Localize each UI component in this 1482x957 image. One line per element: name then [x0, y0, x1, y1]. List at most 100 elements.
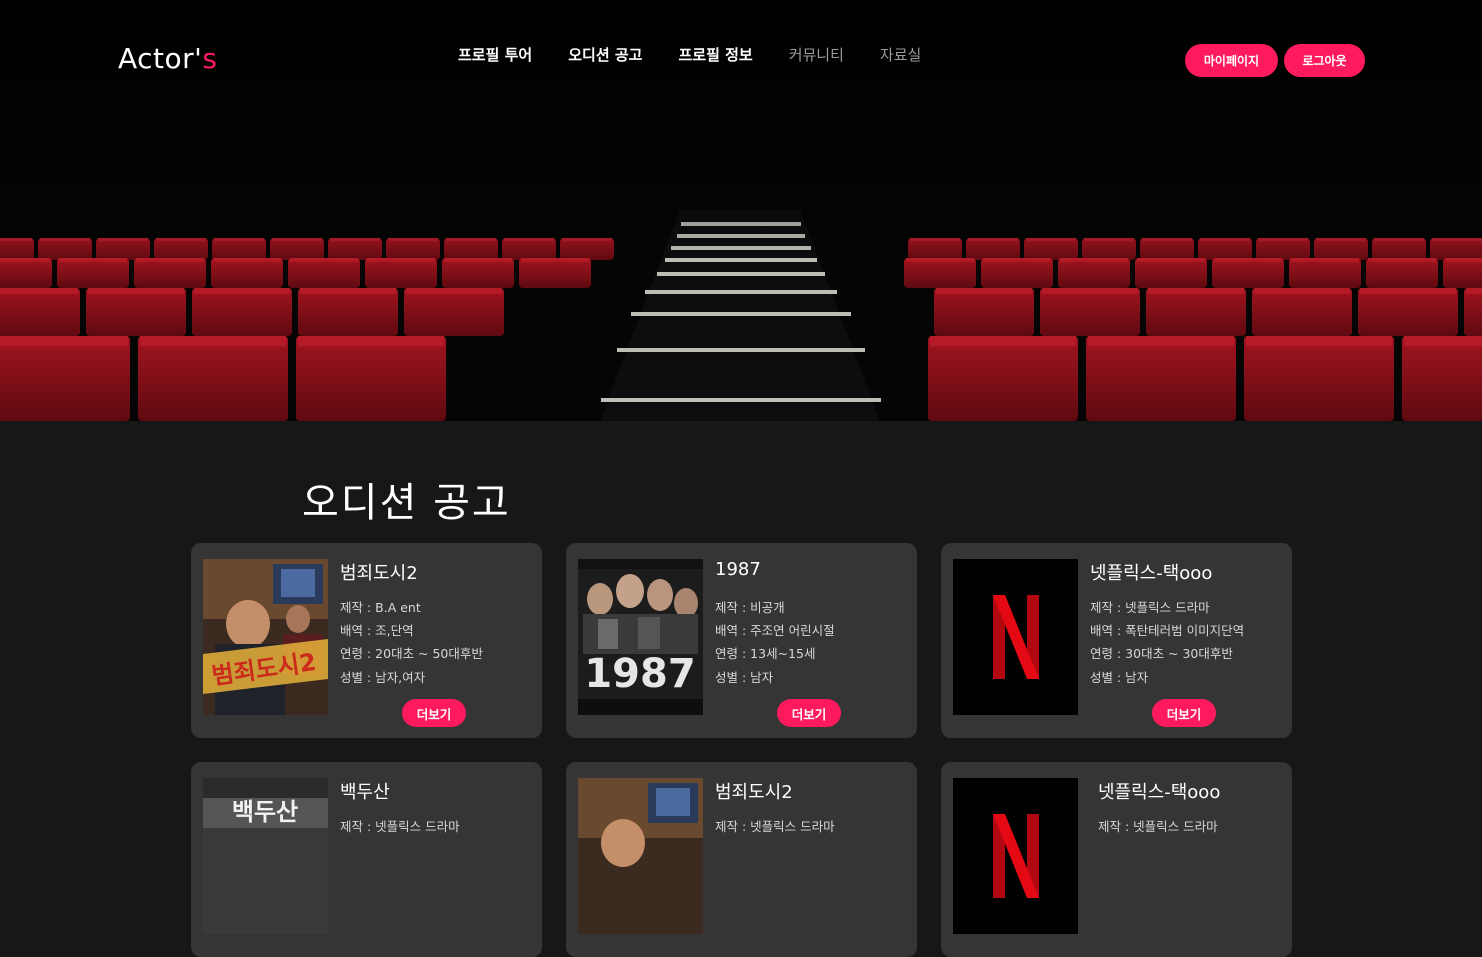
stair-step [657, 272, 825, 276]
movie-1987-poster-image: 1987 [578, 559, 703, 715]
brand-logo-accent: s [202, 42, 218, 75]
theater-seat [934, 288, 1034, 336]
theater-seat-highlight [298, 336, 444, 347]
theater-seat [1135, 258, 1207, 288]
theater-seat-highlight [0, 336, 128, 347]
stair-step [631, 312, 851, 316]
card-title: 1987 [715, 559, 761, 580]
theater-seat-highlight [300, 288, 396, 294]
netflix-poster-image [953, 778, 1078, 934]
card-producer: 제작 : 넷플릭스 드라마 [715, 819, 835, 834]
theater-seat [57, 258, 129, 288]
theater-seat-highlight [140, 336, 286, 347]
audition-card[interactable]: 백두산 백두산 제작 : 넷플릭스 드라마 [191, 762, 542, 957]
theater-seat [442, 258, 514, 288]
audition-card[interactable]: 넷플릭스-택ooo 제작 : 넷플릭스 드라마 [941, 762, 1292, 957]
theater-seat [404, 288, 504, 336]
section-title: 오디션 공고 [302, 480, 511, 526]
mypage-button[interactable]: 마이페이지 [1185, 44, 1278, 77]
theater-seat [86, 288, 186, 336]
card-age: 연령 : 30대초 ~ 30대후반 [1090, 646, 1233, 661]
crime-city-poster-image: 범죄도시2 [203, 559, 328, 715]
crime-city-poster-image [578, 778, 703, 934]
theater-seat [1366, 258, 1438, 288]
theater-seat [1146, 288, 1246, 336]
theater-seat [981, 258, 1053, 288]
card-age: 연령 : 20대초 ~ 50대후반 [340, 646, 483, 661]
card-role: 배역 : 주조연 어린시절 [715, 623, 835, 638]
more-button[interactable]: 더보기 [1152, 699, 1216, 727]
stair-step [617, 348, 865, 352]
card-gender: 성별 : 남자,여자 [340, 670, 426, 685]
theater-seat [1443, 258, 1482, 288]
card-role: 배역 : 폭탄테러범 이미지단역 [1090, 623, 1245, 638]
more-button[interactable]: 더보기 [777, 699, 841, 727]
theater-seat [0, 258, 52, 288]
theater-seat-highlight [1246, 336, 1392, 347]
stair-step [601, 398, 881, 402]
poster-netflix [953, 559, 1078, 715]
poster-crime-city [578, 778, 703, 934]
card-age: 연령 : 13세~15세 [715, 646, 816, 661]
theater-seat [1086, 336, 1236, 421]
audition-card[interactable]: 범죄도시2 범죄도시2 제작 : B.A ent 배역 : 조,단역 연령 : … [191, 543, 542, 738]
theater-seat [928, 336, 1078, 421]
theater-seat-highlight [0, 288, 78, 294]
card-role: 배역 : 조,단역 [340, 623, 414, 638]
baekdusan-poster-image: 백두산 [203, 778, 328, 934]
theater-seat [1358, 288, 1458, 336]
theater-seat [1402, 336, 1482, 421]
card-title: 백두산 [340, 782, 390, 803]
card-producer: 제작 : 넷플릭스 드라마 [340, 819, 460, 834]
theater-seat [519, 258, 591, 288]
theater-seat-highlight [1466, 288, 1482, 294]
audition-card[interactable]: 넷플릭스-택ooo 제작 : 넷플릭스 드라마 배역 : 폭탄테러범 이미지단역… [941, 543, 1292, 738]
brand-logo-main: Actor' [118, 42, 203, 75]
theater-seat [298, 288, 398, 336]
card-producer: 제작 : B.A ent [340, 600, 421, 615]
netflix-poster-image [953, 559, 1078, 715]
logout-button[interactable]: 로그아웃 [1284, 44, 1365, 77]
theater-seat-highlight [1404, 336, 1482, 347]
theater-seat [1212, 258, 1284, 288]
theater-seat-highlight [1088, 336, 1234, 347]
main-nav: 프로필 투어 오디션 공고 프로필 정보 커뮤니티 자료실 [458, 44, 957, 65]
theater-seat [1040, 288, 1140, 336]
poster-baekdusan: 백두산 [203, 778, 328, 934]
theater-seat [904, 258, 976, 288]
theater-seat [138, 336, 288, 421]
card-producer: 제작 : 넷플릭스 드라마 [1090, 600, 1210, 615]
audition-card[interactable]: 1987 1987 제작 : 비공개 배역 : 주조연 어린시절 연령 : 13… [566, 543, 917, 738]
poster-1987: 1987 [578, 559, 703, 715]
nav-archive[interactable]: 자료실 [880, 44, 921, 65]
more-button[interactable]: 더보기 [402, 699, 466, 727]
nav-audition-notice[interactable]: 오디션 공고 [568, 44, 642, 65]
theater-seat-highlight [936, 288, 1032, 294]
theater-seat-highlight [930, 336, 1076, 347]
theater-seat-highlight [1148, 288, 1244, 294]
theater-seat [134, 258, 206, 288]
theater-seat-highlight [88, 288, 184, 294]
poster-title-text: 1987 [584, 651, 695, 697]
theater-seat [365, 258, 437, 288]
nav-community[interactable]: 커뮤니티 [789, 44, 844, 65]
theater-seat [1289, 258, 1361, 288]
brand-logo[interactable]: Actor's [118, 42, 217, 75]
poster-crime-city: 범죄도시2 [203, 559, 328, 715]
theater-seat-highlight [1360, 288, 1456, 294]
poster-title-text: 백두산 [232, 798, 298, 826]
audition-card[interactable]: 범죄도시2 제작 : 넷플릭스 드라마 [566, 762, 917, 957]
theater-seat [0, 288, 80, 336]
theater-seat [192, 288, 292, 336]
stair-step [645, 290, 837, 294]
nav-profile-info[interactable]: 프로필 정보 [678, 44, 752, 65]
card-title: 범죄도시2 [340, 563, 418, 584]
theater-seat [288, 258, 360, 288]
card-gender: 성별 : 남자 [1090, 670, 1149, 685]
card-gender: 성별 : 남자 [715, 670, 774, 685]
theater-seat [1058, 258, 1130, 288]
card-producer: 제작 : 넷플릭스 드라마 [1098, 819, 1218, 834]
poster-netflix [953, 778, 1078, 934]
card-title: 넷플릭스-택ooo [1090, 563, 1213, 584]
nav-profile-tour[interactable]: 프로필 투어 [458, 44, 532, 65]
